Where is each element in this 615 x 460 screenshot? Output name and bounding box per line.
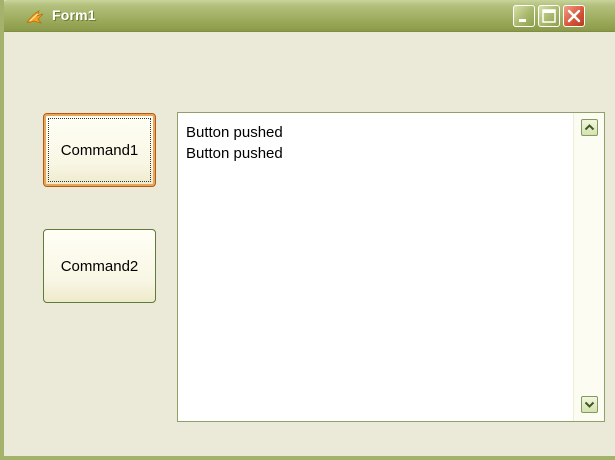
command2-label: Command2 xyxy=(60,257,139,275)
listbox-items: Button pushed Button pushed xyxy=(186,122,283,164)
scroll-up-icon xyxy=(584,124,595,131)
title-bar[interactable]: Form1 xyxy=(4,0,615,32)
maximize-icon xyxy=(542,9,556,23)
command2-button[interactable]: Command2 xyxy=(43,229,156,303)
focus-rectangle xyxy=(48,118,151,182)
list-item[interactable]: Button pushed xyxy=(186,122,283,143)
form-window: Form1 Command1 Command2 Button pushed Bu xyxy=(0,0,615,460)
command1-button[interactable]: Command1 xyxy=(43,113,156,187)
minimize-button[interactable] xyxy=(513,5,535,27)
output-listbox[interactable]: Button pushed Button pushed xyxy=(177,112,605,422)
app-icon[interactable] xyxy=(25,8,45,26)
vertical-scrollbar[interactable] xyxy=(573,113,604,421)
scroll-up-button[interactable] xyxy=(581,119,598,136)
close-icon xyxy=(567,9,581,23)
minimize-icon xyxy=(519,19,526,22)
maximize-button[interactable] xyxy=(538,5,560,27)
scroll-down-icon xyxy=(584,401,595,408)
close-button[interactable] xyxy=(563,5,585,27)
list-item[interactable]: Button pushed xyxy=(186,143,283,164)
window-title: Form1 xyxy=(52,7,96,23)
scroll-down-button[interactable] xyxy=(581,396,598,413)
